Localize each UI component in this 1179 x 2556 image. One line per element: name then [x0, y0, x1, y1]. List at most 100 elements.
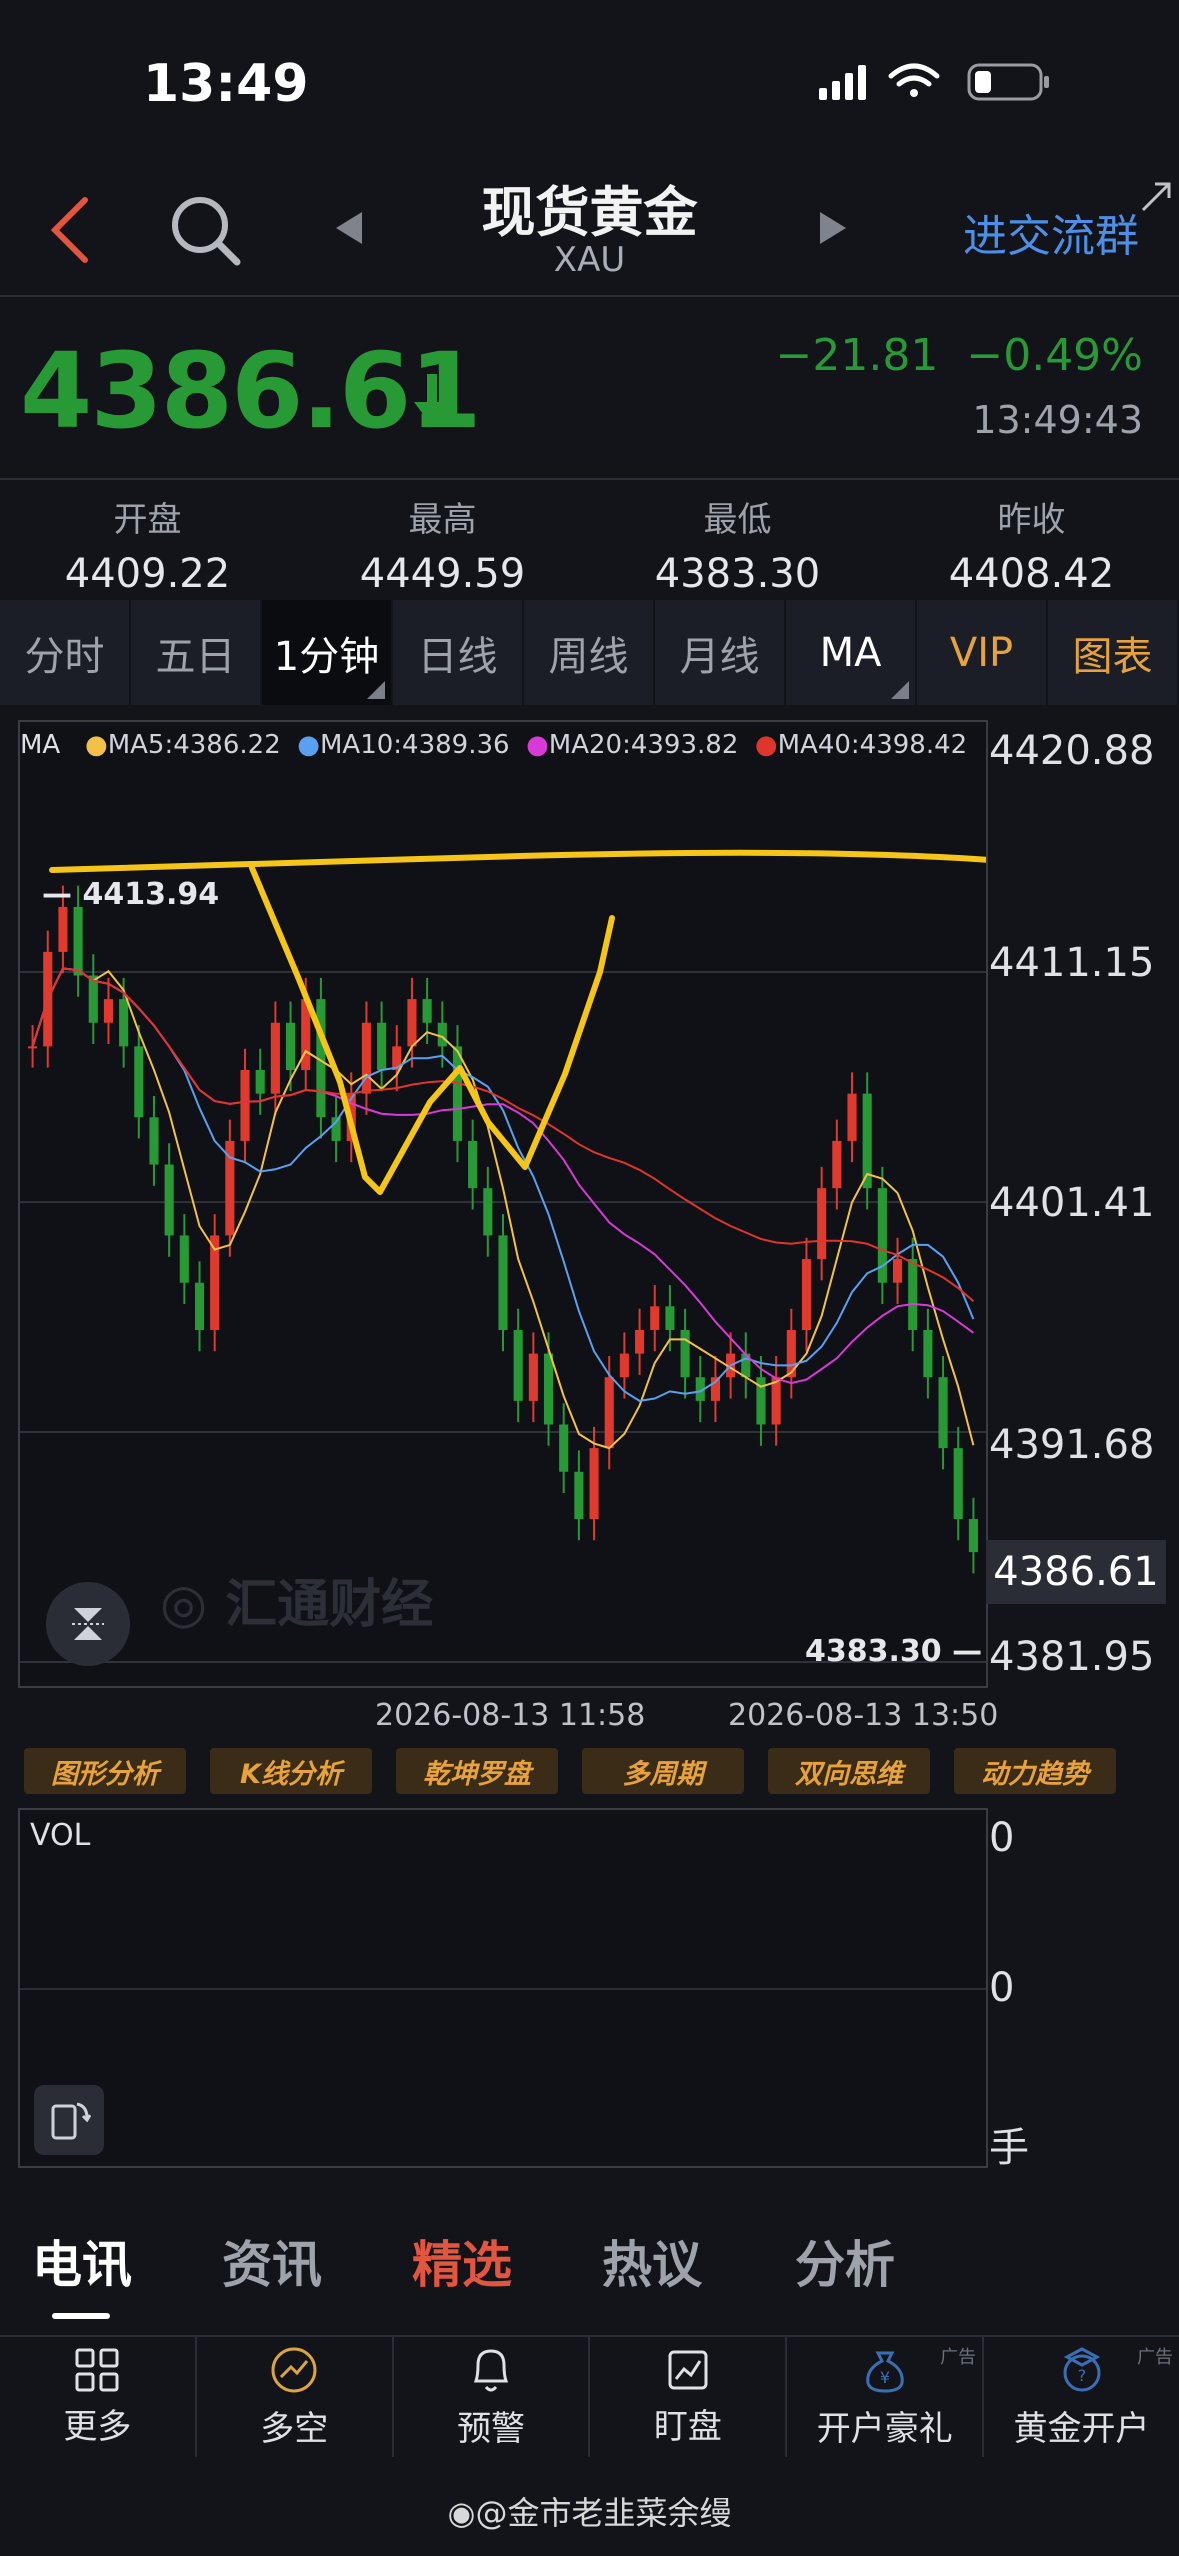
weibo-logo-icon: ◉ — [447, 2494, 476, 2532]
candle-body — [119, 999, 129, 1047]
money-bag-icon: ¥ — [866, 2351, 904, 2393]
expand-corner-icon[interactable] — [1139, 180, 1173, 214]
stat-high: 最高 4449.59 — [295, 492, 590, 597]
svg-text:¥: ¥ — [880, 2368, 890, 2387]
candles — [28, 885, 978, 1574]
tool-momentum[interactable]: 动力趋势 — [954, 1748, 1116, 1794]
ad-badge: 广告 — [1136, 2347, 1173, 2368]
candle-body — [786, 1329, 796, 1378]
trend-circle-icon — [271, 2347, 317, 2392]
tool-multi-period[interactable]: 多周期 — [582, 1748, 744, 1794]
candle-body — [270, 1022, 280, 1094]
dock-label: 多空 — [260, 2408, 329, 2449]
candle-body — [908, 1259, 918, 1330]
tab-ma[interactable]: MA — [786, 600, 917, 705]
candle-body — [619, 1353, 629, 1378]
candle-body — [164, 1164, 174, 1236]
dock-alert[interactable]: 预警 — [394, 2337, 591, 2457]
y-tick: 4381.95 — [989, 1634, 1155, 1680]
candle-body — [255, 1070, 265, 1094]
stat-label: 最高 — [408, 500, 477, 540]
candle-body — [892, 1259, 903, 1283]
candle-body — [953, 1448, 963, 1520]
y-tick: 4401.41 — [989, 1180, 1155, 1226]
candle-body — [665, 1306, 675, 1330]
rotate-screen-button[interactable] — [34, 2085, 104, 2155]
low-marker-value: 4383.30 — [805, 1634, 942, 1669]
candle-body — [483, 1188, 493, 1236]
candle-body — [801, 1259, 812, 1330]
tool-compass[interactable]: 乾坤罗盘 — [396, 1748, 558, 1794]
dock-long-short[interactable]: 多空 — [197, 2337, 394, 2457]
resistance-line — [49, 849, 986, 873]
tool-kline-analysis[interactable]: K线分析 — [210, 1748, 372, 1794]
dock-label: 黄金开户 — [1013, 2408, 1150, 2449]
volume-tick: 0 — [989, 1815, 1015, 1861]
dock-account-gift[interactable]: 广告 ¥ 开户豪礼 — [787, 2337, 985, 2457]
collapse-icon — [72, 1608, 104, 1640]
stat-label: 昨收 — [997, 500, 1066, 540]
news-tab-info[interactable]: 资讯 — [222, 2225, 322, 2297]
collapse-chart-button[interactable] — [46, 1582, 130, 1666]
ma5-dot-icon: ● — [85, 730, 108, 760]
news-tab-hot[interactable]: 热议 — [602, 2225, 702, 2297]
candle-body — [574, 1471, 584, 1520]
tab-daily[interactable]: 日线 — [393, 600, 524, 705]
stat-value: 4383.30 — [654, 551, 821, 597]
stat-value: 4408.42 — [948, 551, 1115, 597]
active-tab-indicator — [52, 2313, 110, 2319]
news-tab-featured[interactable]: 精选 — [412, 2225, 512, 2297]
change-pct: −0.49% — [966, 330, 1143, 381]
tab-monthly[interactable]: 月线 — [655, 600, 786, 705]
status-time: 13:49 — [143, 54, 309, 114]
next-instrument-icon[interactable] — [812, 208, 852, 248]
join-group-button[interactable]: 进交流群 — [963, 200, 1139, 264]
dropdown-corner-icon — [891, 681, 909, 699]
dropdown-corner-icon — [367, 681, 385, 699]
candle-body — [680, 1329, 690, 1378]
ma40-dot-icon: ● — [754, 730, 778, 760]
tab-five-day[interactable]: 五日 — [131, 600, 262, 705]
change-abs: −21.81 — [775, 330, 939, 381]
candle-body — [513, 1329, 523, 1401]
watermark-text: 汇通财经 — [225, 1575, 434, 1635]
tab-one-minute[interactable]: 1分钟 — [262, 600, 393, 705]
candle-body — [923, 1329, 933, 1378]
candle-body — [498, 1235, 508, 1330]
status-icons — [819, 63, 1049, 101]
monitor-chart-icon — [668, 2350, 708, 2389]
stat-open: 开盘 4409.22 — [0, 492, 295, 597]
news-tab-flash[interactable]: 电讯 — [32, 2225, 132, 2297]
news-tab-analysis[interactable]: 分析 — [795, 2225, 895, 2297]
tab-timeshare[interactable]: 分时 — [0, 600, 131, 705]
candle-body — [240, 1070, 250, 1141]
candle-body — [771, 1377, 781, 1425]
dock-label: 预警 — [457, 2408, 526, 2449]
dock-more[interactable]: 更多 — [0, 2337, 197, 2457]
candle-body — [543, 1353, 554, 1425]
stat-value: 4449.59 — [359, 551, 526, 597]
grid-icon — [75, 2348, 119, 2391]
tab-label: 1分钟 — [273, 633, 380, 680]
candle-body — [103, 999, 114, 1023]
footer-watermark: ◉@金市老韭菜余缦 — [0, 2488, 1179, 2534]
candle-body — [437, 1022, 447, 1047]
candle-body — [377, 1022, 387, 1071]
tab-chart-settings[interactable]: 图表 — [1048, 600, 1179, 705]
ma10-dot-icon: ● — [297, 730, 320, 760]
volume-chart[interactable]: VOL — [18, 1808, 988, 2168]
dock-gold-account[interactable]: 广告 ? 黄金开户 — [984, 2337, 1179, 2457]
tab-weekly[interactable]: 周线 — [524, 600, 655, 705]
candle-body — [528, 1353, 538, 1401]
tool-pattern-analysis[interactable]: 图形分析 — [24, 1748, 186, 1794]
kline-chart[interactable]: MA ●MA5:4386.22 ●MA10:4389.36 ●MA20:4393… — [18, 720, 988, 1688]
volume-label: VOL — [30, 1818, 91, 1853]
wifi-icon — [888, 63, 940, 97]
candle-body — [407, 999, 417, 1047]
ma-label: MA — [20, 730, 61, 760]
chart-watermark: ◎ 汇通财经 — [160, 1562, 433, 1637]
dock-watch[interactable]: 盯盘 — [590, 2337, 788, 2457]
tab-vip[interactable]: VIP — [917, 600, 1048, 705]
tool-bidirectional[interactable]: 双向思维 — [768, 1748, 930, 1794]
dock-label: 盯盘 — [653, 2406, 722, 2447]
